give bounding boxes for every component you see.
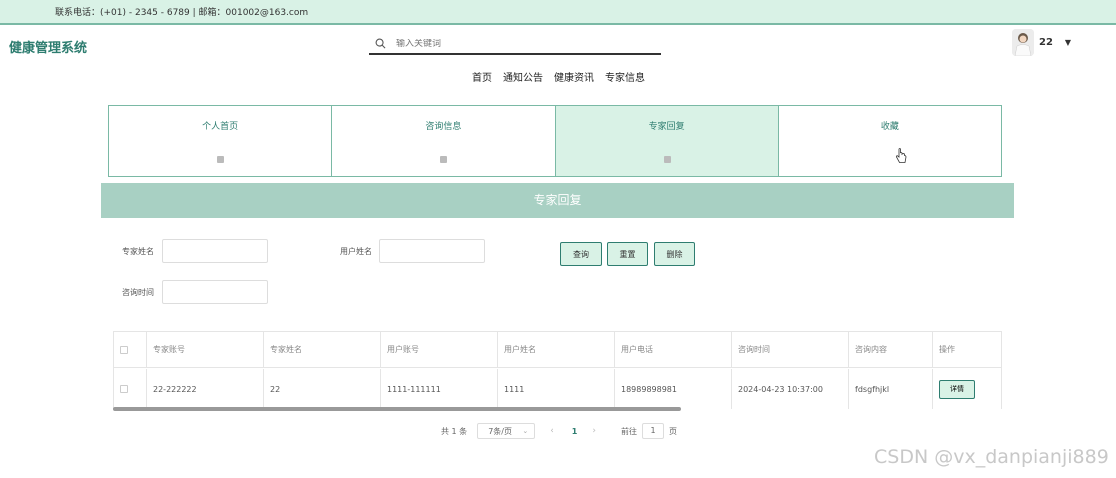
tab-image-icon [663,156,671,163]
page-size-select[interactable]: 7条/页 ⌄ [477,423,536,439]
top-info-bar: 联系电话：(+01) - 2345 - 6789 | 邮箱：001002@163… [0,0,1116,25]
page-number[interactable]: 1 [572,427,578,436]
goto-label: 前往 [620,426,637,436]
chevron-down-icon: ⌄ [522,427,529,435]
reset-button[interactable]: 重置 [607,242,648,266]
search-icon[interactable] [375,38,386,49]
row-select-cell [114,369,147,409]
user-name-input[interactable] [379,239,485,263]
watermark: CSDN @vx_danpianji889 [874,446,1109,468]
query-button[interactable]: 查询 [560,242,602,266]
search-input[interactable] [396,38,636,49]
tab-label: 咨询信息 [425,122,462,132]
user-menu[interactable]: 22 ▼ [1012,29,1071,56]
tab-personal-home[interactable]: 个人首页 [109,106,333,176]
next-page-icon[interactable]: › [592,426,596,436]
expert-name-label: 专家姓名 [122,247,154,256]
column-header: 用户电话 [615,332,732,367]
consult-time-label: 咨询时间 [122,288,154,297]
column-header: 专家账号 [147,332,264,367]
column-header: 咨询内容 [849,332,933,367]
reply-table: 专家账号 专家姓名 用户账号 用户姓名 用户电话 咨询时间 咨询内容 操作 22… [113,331,1002,409]
center-tabs: 个人首页 咨询信息 专家回复 收藏 [108,105,1002,177]
tab-label: 专家回复 [648,122,685,132]
table-row: 22-222222 22 1111-111111 1111 1898989898… [114,369,1001,409]
select-all-cell [114,332,147,367]
horizontal-scrollbar[interactable] [113,407,681,411]
chevron-down-icon[interactable]: ▼ [1065,38,1071,47]
select-all-checkbox[interactable] [120,345,128,354]
main-nav: 首页 通知公告 健康资讯 专家信息 [472,69,645,84]
table-cell: 2024-04-23 10:37:00 [732,369,849,409]
goto-page-input[interactable]: 1 [641,423,664,439]
user-avatar-icon [1012,29,1034,56]
prev-page-icon[interactable]: ‹ [550,426,554,436]
consult-time-input[interactable] [162,280,268,304]
delete-button[interactable]: 删除 [654,242,695,266]
page-size-value: 7条/页 [488,426,512,436]
table-cell: 22-222222 [147,369,264,409]
user-name[interactable]: 22 [1039,37,1053,48]
column-header: 用户姓名 [498,332,615,367]
nav-item-notices[interactable]: 通知公告 [503,69,543,84]
table-cell: fdsgfhjkl [849,369,933,409]
tab-expert-reply[interactable]: 专家回复 [555,106,779,176]
tab-image-icon [440,156,448,163]
contact-info: 联系电话：(+01) - 2345 - 6789 | 邮箱：001002@163… [55,8,309,18]
tab-image-icon [217,156,225,163]
table-cell: 22 [264,369,381,409]
tab-consult-info[interactable]: 咨询信息 [332,106,556,176]
table-cell: 1111-111111 [381,369,498,409]
site-logo[interactable]: 健康管理系统 [9,37,87,56]
tab-label: 个人首页 [202,122,239,132]
table-cell: 1111 [498,369,615,409]
nav-item-health-news[interactable]: 健康资讯 [554,69,594,84]
search-box[interactable] [369,34,661,55]
column-header: 用户账号 [381,332,498,367]
table-header-row: 专家账号 专家姓名 用户账号 用户姓名 用户电话 咨询时间 咨询内容 操作 [114,332,1001,368]
page-suffix: 页 [668,426,677,436]
page-title: 专家回复 [101,183,1014,218]
expert-name-input[interactable] [162,239,268,263]
avatar[interactable] [1012,29,1034,56]
nav-item-home[interactable]: 首页 [472,69,492,84]
row-checkbox[interactable] [120,385,128,393]
total-count: 共 1 条 [441,426,468,436]
pagination: 共 1 条 7条/页 ⌄ ‹ 1 › 前往 1 页 [441,423,677,439]
nav-item-experts[interactable]: 专家信息 [605,69,645,84]
actions-cell: 详情 [933,369,1001,409]
column-header: 操作 [939,345,955,354]
tab-label: 收藏 [880,122,899,132]
detail-button[interactable]: 详情 [939,379,975,399]
column-header: 咨询时间 [732,332,849,367]
column-header: 专家姓名 [264,332,381,367]
table-cell: 18989898981 [615,369,732,409]
user-name-label: 用户姓名 [340,247,372,256]
hand-cursor-icon [895,148,907,163]
tab-favorites[interactable]: 收藏 [779,106,1001,176]
